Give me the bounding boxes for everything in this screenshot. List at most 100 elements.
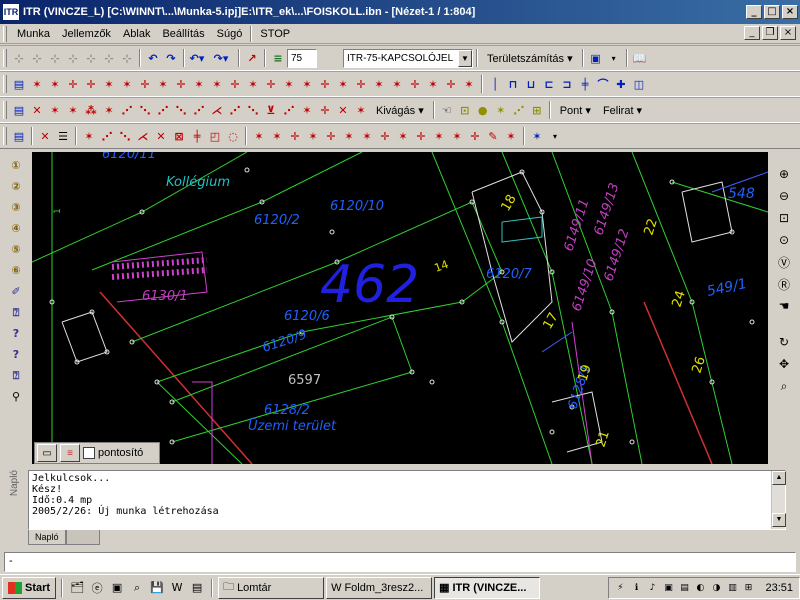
search-icon[interactable]: ⌕ [128, 579, 146, 597]
modify-tool-2-icon[interactable]: ⋰ [98, 126, 116, 146]
measure-icon[interactable]: ↗ [243, 48, 261, 68]
log-scrollbar[interactable]: ▲ ▼ [771, 471, 786, 529]
tray-icon[interactable]: ▥ [725, 581, 739, 595]
title-bar[interactable]: ITR ITR (VINCZE_L) [C:\WINNT\...\Munka-5… [0, 0, 800, 24]
map-canvas[interactable]: 6120/11 Kollégium 6120/2 6120/10 6120/6 … [32, 152, 768, 464]
edit-tool-4-icon[interactable]: ✶ [100, 100, 118, 120]
layer-1-icon[interactable]: ① [6, 156, 26, 175]
modify-tool-10-icon[interactable]: ✶ [250, 126, 268, 146]
point-tool-7-icon[interactable]: ✛ [136, 74, 154, 94]
zoom-window-icon[interactable]: ⊡ [773, 208, 795, 228]
edit-tool-7-icon[interactable]: ⋰ [154, 100, 172, 120]
network-icon[interactable]: ⊞ [741, 581, 755, 595]
modify-tool-22-icon[interactable]: ✛ [466, 126, 484, 146]
modify-tool-13-icon[interactable]: ✶ [304, 126, 322, 146]
modify-tool-4-icon[interactable]: ⋌ [134, 126, 152, 146]
map-label[interactable]: 6149/11 [562, 197, 593, 253]
point-tool-15-icon[interactable]: ✶ [280, 74, 298, 94]
point-tool-25-icon[interactable]: ✶ [460, 74, 478, 94]
point-dropdown[interactable]: Pont ▾ [554, 104, 597, 117]
redraw-icon[interactable]: Ⓡ [773, 274, 795, 294]
query-1-icon[interactable]: ✐ [6, 282, 26, 301]
query-4-icon[interactable]: ? [6, 345, 26, 364]
map-label[interactable]: 549/1 [706, 276, 749, 300]
point-tool-24-icon[interactable]: ✛ [442, 74, 460, 94]
modify-tool-5-icon[interactable]: ✕ [152, 126, 170, 146]
snap-perp-icon[interactable]: ⊹ [64, 48, 82, 68]
point-tool-10-icon[interactable]: ✶ [190, 74, 208, 94]
ie-icon[interactable]: ⓔ [88, 579, 106, 597]
layer-5-icon[interactable]: ⑤ [6, 240, 26, 259]
new-object-icon[interactable]: ▤ [10, 74, 28, 94]
undo-list-icon[interactable]: ↶▾ [188, 48, 206, 68]
point-tool-20-icon[interactable]: ✶ [370, 74, 388, 94]
tray-icon[interactable]: ⚡ [613, 581, 627, 595]
line-tool-9-icon[interactable]: ◫ [630, 74, 648, 94]
snap-end-icon[interactable]: ⊹ [100, 48, 118, 68]
modify-tool-8-icon[interactable]: ◰ [206, 126, 224, 146]
clock[interactable]: 23:51 [765, 582, 793, 594]
binoculars-icon[interactable]: ⚲ [6, 387, 26, 406]
command-line-input[interactable]: - [4, 552, 796, 572]
edit-tool-6-icon[interactable]: ⋱ [136, 100, 154, 120]
volume-icon[interactable]: ♪ [645, 581, 659, 595]
explorer-icon[interactable]: 🗂 [68, 579, 86, 597]
zoom-in-icon[interactable]: ⊕ [773, 164, 795, 184]
snap-line-icon[interactable]: ⊹ [28, 48, 46, 68]
snap-intersect-icon[interactable]: ⊹ [46, 48, 64, 68]
menu-sugo[interactable]: Súgó [211, 28, 249, 40]
layers-color-icon[interactable]: ≡ [60, 444, 80, 462]
scroll-up-icon[interactable]: ▲ [772, 471, 786, 485]
symbol-1-icon[interactable]: ⊡ [456, 100, 474, 120]
map-label[interactable]: 18 [498, 192, 519, 214]
layer-6-icon[interactable]: ⑥ [6, 261, 26, 280]
start-button[interactable]: Start [2, 576, 57, 599]
map-label[interactable]: 24 [670, 289, 689, 309]
area-calc-dropdown[interactable]: Területszámítás ▾ [481, 52, 579, 65]
layer-4-icon[interactable]: ④ [6, 219, 26, 238]
app-quick-icon[interactable]: ▤ [188, 579, 206, 597]
modify-tool-16-icon[interactable]: ✶ [358, 126, 376, 146]
point-tool-6-icon[interactable]: ✶ [118, 74, 136, 94]
tab-empty[interactable] [65, 530, 100, 545]
layer-input[interactable]: 75 [287, 48, 317, 68]
point-tool-12-icon[interactable]: ✛ [226, 74, 244, 94]
menu-beallitas[interactable]: Beállítás [156, 28, 210, 40]
mdi-close-button[interactable]: × [780, 26, 796, 40]
snap-mid-icon[interactable]: ⊹ [82, 48, 100, 68]
point-tool-14-icon[interactable]: ✛ [262, 74, 280, 94]
code-combo[interactable]: ITR-75-KAPCSOLÓJEL ▼ [343, 48, 473, 68]
minimize-button[interactable]: _ [746, 5, 762, 19]
point-tool-23-icon[interactable]: ✶ [424, 74, 442, 94]
layer-3-icon[interactable]: ③ [6, 198, 26, 217]
tray-icon[interactable]: ▣ [661, 581, 675, 595]
tray-icon[interactable]: ▤ [677, 581, 691, 595]
point-tool-2-icon[interactable]: ✶ [46, 74, 64, 94]
tray-icon[interactable]: ◐ [693, 581, 707, 595]
app-icon[interactable]: ITR [3, 4, 19, 20]
modify-tool-18-icon[interactable]: ✶ [394, 126, 412, 146]
edit-tool-14-icon[interactable]: ⋰ [280, 100, 298, 120]
magnifier-icon[interactable]: ⌕ [773, 376, 795, 396]
scroll-track[interactable] [772, 485, 785, 513]
modify-tool-21-icon[interactable]: ✶ [448, 126, 466, 146]
edit-tool-10-icon[interactable]: ⋌ [208, 100, 226, 120]
menu-jellemzok[interactable]: Jellemzők [56, 28, 117, 40]
line-tool-2-icon[interactable]: ⊓ [504, 74, 522, 94]
layer-icon[interactable]: ≡ [269, 48, 287, 68]
delete-icon[interactable]: ✕ [28, 100, 46, 120]
line-tool-7-icon[interactable]: ⌒ [594, 74, 612, 94]
query-2-icon[interactable]: ⍰ [6, 303, 26, 322]
modify-tool-11-icon[interactable]: ✶ [268, 126, 286, 146]
hand-icon[interactable]: ☜ [438, 100, 456, 120]
edit-tool-15-icon[interactable]: ✶ [298, 100, 316, 120]
toolbar-grip[interactable] [3, 49, 7, 67]
undo-icon[interactable]: ↶ [144, 48, 162, 68]
edit-tool-12-icon[interactable]: ⋱ [244, 100, 262, 120]
text-dropdown[interactable]: Felirat ▾ [597, 104, 648, 117]
snap-center-icon[interactable]: ⊹ [118, 48, 136, 68]
map-label[interactable]: 6120/2 [254, 213, 300, 228]
map-label[interactable]: 6120/10 [330, 199, 384, 214]
point-tool-21-icon[interactable]: ✶ [388, 74, 406, 94]
modify-tool-14-icon[interactable]: ✛ [322, 126, 340, 146]
